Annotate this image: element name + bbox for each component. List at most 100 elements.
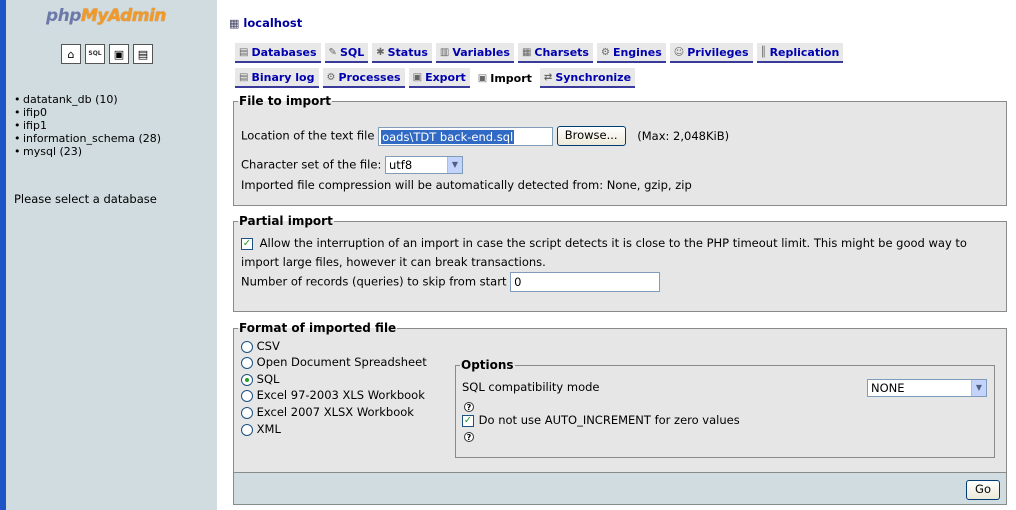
sql-icon-label: SQL (88, 50, 102, 57)
skip-records-input[interactable]: 0 (510, 272, 661, 292)
logo-text-php: php (46, 6, 81, 26)
file-location-row: Location of the text file oads\TDT back-… (241, 126, 729, 146)
docs-icon[interactable]: ▣ (109, 44, 129, 64)
tab-variables[interactable]: ▥ Variables (435, 43, 514, 63)
no-auto-increment-checkbox[interactable]: ✓ (462, 414, 474, 427)
charset-label: Character set of the file: (241, 157, 382, 172)
charset-select[interactable]: utf8 ▼ (384, 156, 463, 174)
file-path-value: oads\TDT back-end.sql (381, 129, 515, 144)
replication-icon: ║ (760, 46, 767, 58)
allow-interrupt-row: ✓ Allow the interruption of an import in… (241, 236, 967, 250)
xls-radio[interactable] (241, 389, 253, 402)
compat-mode-select[interactable]: NONE ▼ (867, 379, 987, 397)
tab-label: Import (490, 71, 532, 85)
sql-icon: ✎ (328, 46, 337, 58)
database-item[interactable]: • information_schema (28) (14, 132, 161, 145)
server-breadcrumb: ▦ localhost (229, 16, 302, 30)
compat-mode-value: NONE (871, 381, 905, 395)
phpmyadmin-logo[interactable]: phpMyAdmin (46, 6, 166, 26)
export-icon: ▣ (412, 71, 423, 83)
go-button[interactable]: Go (966, 480, 1000, 500)
status-icon: ✱ (376, 46, 385, 58)
format-option-xml[interactable]: XML (241, 422, 281, 436)
csv-radio[interactable] (241, 340, 253, 353)
tab-label: Charsets (534, 45, 589, 59)
format-option-label: CSV (256, 339, 280, 353)
database-item[interactable]: • ifip1 (14, 119, 161, 132)
home-icon[interactable]: ⌂ (61, 44, 81, 64)
help-icon[interactable]: ▤ (133, 44, 153, 64)
charset-row: Character set of the file: utf8 ▼ (241, 156, 463, 174)
browse-button[interactable]: Browse... (556, 126, 626, 146)
partial-import-legend: Partial import (239, 214, 333, 228)
skip-records-row: Number of records (queries) to skip from… (241, 272, 661, 292)
file-to-import-fieldset: File to import Location of the text file… (233, 94, 1007, 206)
database-item[interactable]: • mysql (23) (14, 145, 161, 158)
format-option-xlsx[interactable]: Excel 2007 XLSX Workbook (241, 405, 414, 419)
xml-radio[interactable] (241, 423, 253, 436)
format-option-label: XML (256, 422, 281, 436)
sql-radio[interactable] (241, 373, 253, 386)
allow-interrupt-text-2: import large files, however it can break… (241, 255, 546, 269)
format-option-xls[interactable]: Excel 97-2003 XLS Workbook (241, 388, 425, 402)
tab-replication[interactable]: ║ Replication (756, 43, 844, 63)
tab-binary-log[interactable]: ▤ Binary log (235, 68, 319, 88)
database-label[interactable]: datatank_db (10) (23, 93, 118, 106)
tab-label: Processes (338, 70, 401, 84)
logo-text-myadmin: MyAdmin (80, 6, 166, 26)
server-name-link[interactable]: localhost (243, 16, 302, 30)
tab-label: Variables (452, 45, 510, 59)
allow-interrupt-checkbox[interactable]: ✓ (241, 237, 253, 250)
compression-note: Imported file compression will be automa… (241, 178, 692, 192)
format-option-label: SQL (256, 372, 280, 386)
tab-synchronize[interactable]: ⇄ Synchronize (539, 68, 636, 88)
tab-sql[interactable]: ✎ SQL (324, 43, 369, 63)
tab-charsets[interactable]: ▦ Charsets (517, 43, 593, 63)
chevron-down-icon: ▼ (971, 380, 986, 396)
tab-databases[interactable]: ▤ Databases (235, 43, 321, 63)
submit-bar: Go (233, 473, 1007, 505)
tab-label: SQL (339, 45, 365, 59)
variables-icon: ▥ (439, 46, 450, 58)
tab-row-2: ▤ Binary log ⚙ Processes ▣ Export ▣ Import ⇄… (235, 68, 639, 88)
file-to-import-legend: File to import (239, 94, 332, 108)
database-list: • datatank_db (10) • ifip0 • ifip1 • informa… (14, 93, 161, 158)
database-label[interactable]: information_schema (28) (23, 132, 161, 145)
database-label[interactable]: mysql (23) (23, 145, 82, 158)
tab-status[interactable]: ✱ Status (372, 43, 432, 63)
main-frame: ▦ localhost ▤ Databases ✎ SQL ✱ Status ▥ Var… (217, 0, 1016, 510)
allow-interrupt-text-1: Allow the interruption of an import in c… (259, 236, 967, 250)
tab-import[interactable]: ▣ Import (473, 68, 536, 88)
tab-processes[interactable]: ⚙ Processes (322, 68, 405, 88)
xlsx-radio[interactable] (241, 406, 253, 419)
format-option-ods[interactable]: Open Document Spreadsheet (241, 355, 427, 369)
databases-icon: ▤ (239, 46, 249, 58)
engines-icon: ⚙ (600, 46, 610, 58)
help-icon[interactable]: ? (464, 402, 474, 412)
synchronize-icon: ⇄ (543, 71, 553, 83)
navigation-frame: phpMyAdmin ⌂ SQL ▣ ▤ • datatank_db (10) •… (0, 0, 217, 510)
bullet-icon: • (14, 93, 21, 106)
format-option-csv[interactable]: CSV (241, 339, 280, 353)
database-label[interactable]: ifip1 (23, 119, 47, 132)
sql-options-panel: Options SQL compatibility mode NONE ▼ ? ✓… (455, 358, 995, 458)
database-item[interactable]: • ifip0 (14, 106, 161, 119)
sql-query-icon[interactable]: SQL (85, 44, 105, 64)
chevron-down-icon: ▼ (446, 157, 462, 173)
help-icon[interactable]: ? (464, 432, 474, 442)
database-label[interactable]: ifip0 (23, 106, 47, 119)
tab-label: Status (387, 45, 428, 59)
tab-export[interactable]: ▣ Export (408, 68, 470, 88)
database-item[interactable]: • datatank_db (10) (14, 93, 161, 106)
ods-radio[interactable] (241, 356, 253, 369)
tab-privileges[interactable]: ☺ Privileges (669, 43, 753, 63)
file-path-input[interactable]: oads\TDT back-end.sql (378, 126, 554, 146)
tab-engines[interactable]: ⚙ Engines (596, 43, 666, 63)
compat-mode-label: SQL compatibility mode (462, 380, 600, 394)
charset-value: utf8 (388, 158, 413, 172)
tab-label: Export (425, 70, 466, 84)
format-option-label: Excel 97-2003 XLS Workbook (256, 388, 425, 402)
tab-label: Databases (251, 45, 317, 59)
tab-row-1: ▤ Databases ✎ SQL ✱ Status ▥ Variables ▦ Char… (235, 43, 847, 63)
format-option-sql[interactable]: SQL (241, 372, 279, 386)
